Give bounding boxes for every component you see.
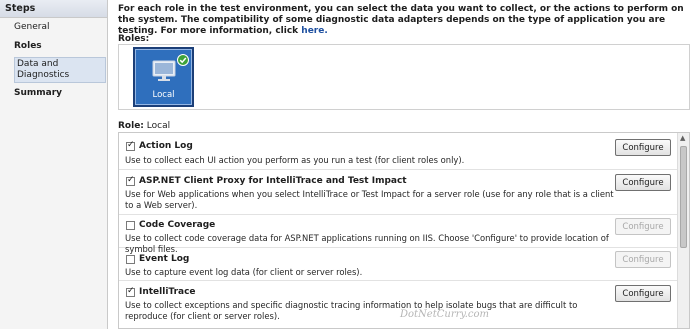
watermark: DotNetCurry.com bbox=[400, 309, 489, 320]
steps-sidebar: Steps General Roles Data and Diagnostics… bbox=[0, 0, 108, 329]
main-panel: For each role in the test environment, y… bbox=[109, 0, 690, 329]
step-summary[interactable]: Summary bbox=[14, 88, 106, 99]
roles-label: Roles: bbox=[118, 34, 150, 44]
intro-body: For each role in the test environment, y… bbox=[118, 4, 684, 36]
adapter-event-log: Event Log Use to capture event log data … bbox=[119, 248, 677, 281]
adapter-description: Use to collect exceptions and specific d… bbox=[125, 300, 578, 321]
intellitrace-checkbox[interactable]: ✓ bbox=[126, 286, 135, 297]
step-data-and-diagnostics[interactable]: Data and Diagnostics bbox=[14, 57, 106, 83]
adapter-description: Use for Web applications when you select… bbox=[125, 189, 614, 210]
code-coverage-checkbox[interactable] bbox=[126, 221, 135, 230]
adapter-description: Use to collect each UI action you perfor… bbox=[125, 155, 465, 165]
adapter-name: ASP.NET Client Proxy for IntelliTrace an… bbox=[139, 176, 407, 186]
more-info-link[interactable]: here. bbox=[301, 26, 327, 36]
configure-action-log-button[interactable]: Configure bbox=[615, 139, 671, 156]
step-general[interactable]: General bbox=[14, 22, 106, 33]
scrollbar-thumb[interactable] bbox=[680, 146, 687, 248]
adapter-code-coverage: Code Coverage Use to collect code covera… bbox=[119, 215, 677, 254]
role-line: Role: Local bbox=[118, 121, 170, 131]
role-tile-caption: Local bbox=[152, 90, 175, 100]
aspnet-proxy-checkbox[interactable]: ✓ bbox=[126, 175, 135, 186]
step-roles[interactable]: Roles bbox=[14, 41, 106, 52]
configure-aspnet-proxy-button[interactable]: Configure bbox=[615, 174, 671, 191]
adapter-list-scrollbar[interactable]: ▲ bbox=[677, 133, 689, 328]
configure-intellitrace-button[interactable]: Configure bbox=[615, 285, 671, 302]
scroll-up-arrow-icon[interactable]: ▲ bbox=[680, 134, 685, 142]
adapter-action-log: ✓ Action Log Use to collect each UI acti… bbox=[119, 133, 677, 170]
adapter-intellitrace: ✓ IntelliTrace Use to collect exceptions… bbox=[119, 281, 677, 328]
action-log-checkbox[interactable]: ✓ bbox=[126, 140, 135, 151]
steps-header: Steps bbox=[0, 0, 107, 18]
event-log-checkbox[interactable] bbox=[126, 255, 135, 264]
adapter-name: Action Log bbox=[139, 141, 193, 151]
computer-icon bbox=[152, 60, 176, 81]
adapter-name: Event Log bbox=[139, 254, 190, 264]
configure-event-log-button[interactable]: Configure bbox=[615, 251, 671, 268]
adapter-name: Code Coverage bbox=[139, 220, 216, 230]
adapter-name: IntelliTrace bbox=[139, 287, 196, 297]
adapter-description: Use to capture event log data (for clien… bbox=[125, 267, 363, 277]
diagnostic-adapter-list: ✓ Action Log Use to collect each UI acti… bbox=[118, 132, 690, 329]
intro-text: For each role in the test environment, y… bbox=[118, 4, 688, 37]
role-line-label: Role: bbox=[118, 121, 144, 131]
adapter-aspnet-client-proxy: ✓ ASP.NET Client Proxy for IntelliTrace … bbox=[119, 170, 677, 215]
role-line-value: Local bbox=[146, 121, 171, 131]
green-check-icon bbox=[177, 54, 189, 66]
role-tile-local[interactable]: Local bbox=[133, 47, 194, 107]
roles-list: Local bbox=[118, 44, 690, 110]
configure-code-coverage-button[interactable]: Configure bbox=[615, 218, 671, 235]
